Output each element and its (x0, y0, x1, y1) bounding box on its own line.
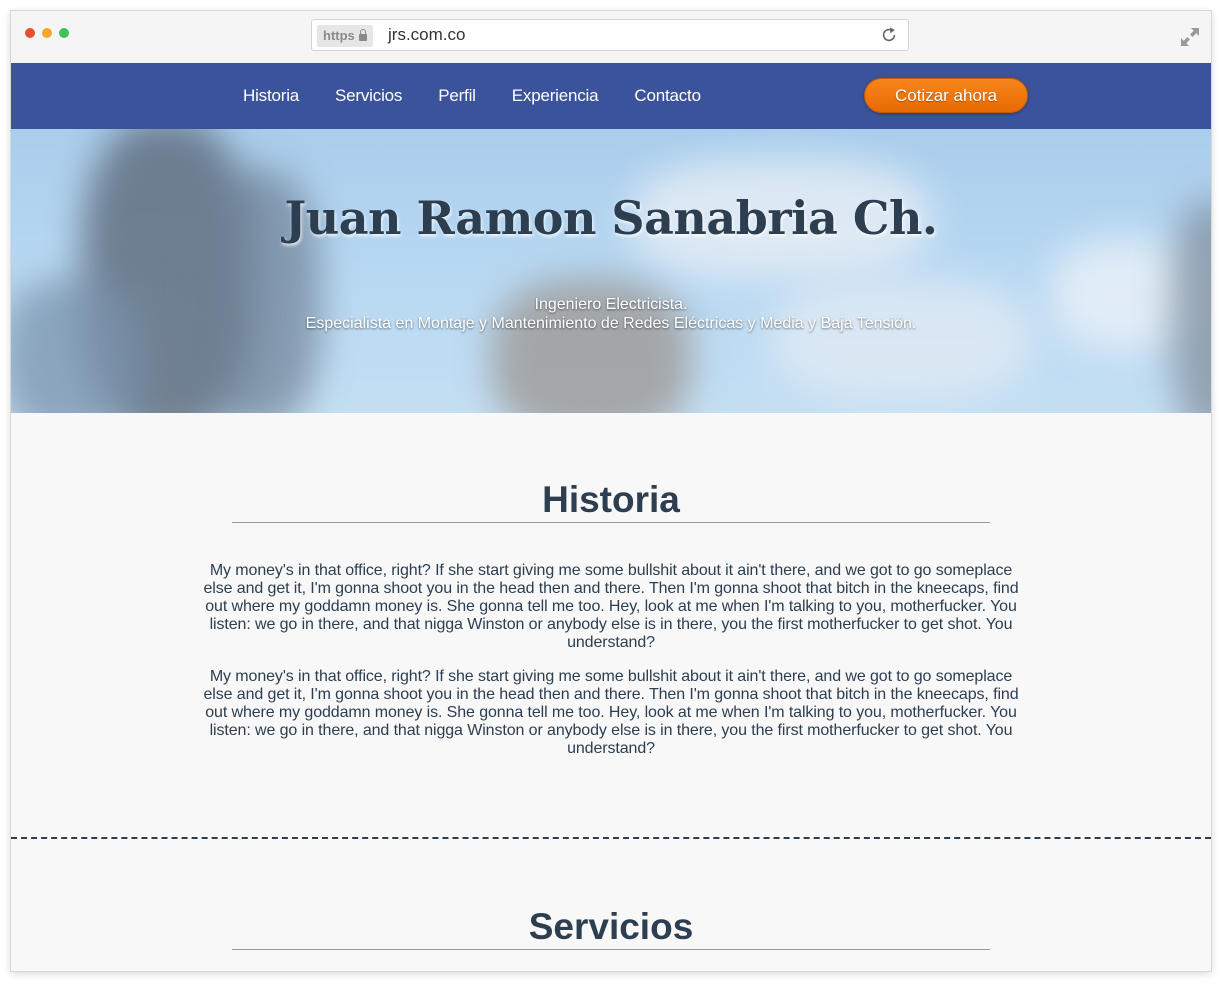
browser-chrome: https jrs.com.co (11, 11, 1211, 64)
hero-subtitle: Ingeniero Electricista. Especialista en … (11, 295, 1211, 333)
browser-window: https jrs.com.co Historia Servicios Perf… (11, 11, 1211, 971)
servicios-heading: Servicios (232, 905, 990, 950)
quote-button[interactable]: Cotizar ahora (864, 78, 1028, 113)
nav-link-experiencia[interactable]: Experiencia (512, 86, 599, 106)
hero-subtitle-line1: Ingeniero Electricista. (534, 296, 688, 313)
maximize-window-button[interactable] (59, 28, 69, 38)
hero-banner: Juan Ramon Sanabria Ch. Ingeniero Electr… (11, 129, 1211, 413)
historia-heading: Historia (232, 478, 990, 523)
expand-icon[interactable] (1179, 26, 1201, 48)
nav-link-servicios[interactable]: Servicios (335, 86, 402, 106)
main-navigation: Historia Servicios Perfil Experiencia Co… (11, 63, 1211, 129)
https-label: https (323, 28, 355, 43)
nav-link-perfil[interactable]: Perfil (438, 86, 476, 106)
address-bar[interactable]: https jrs.com.co (311, 19, 909, 51)
section-divider (11, 837, 1211, 839)
historia-paragraph: My money's in that office, right? If she… (203, 668, 1019, 757)
https-badge: https (317, 25, 373, 47)
hero-title: Juan Ramon Sanabria Ch. (284, 191, 938, 245)
reload-icon[interactable] (880, 26, 898, 44)
lock-icon (358, 29, 367, 41)
close-window-button[interactable] (25, 28, 35, 38)
minimize-window-button[interactable] (42, 28, 52, 38)
nav-link-contacto[interactable]: Contacto (634, 86, 701, 106)
historia-paragraph: My money's in that office, right? If she… (203, 562, 1019, 651)
hero-subtitle-line2: Especialista en Montaje y Mantenimiento … (305, 315, 917, 332)
url-text[interactable]: jrs.com.co (388, 20, 465, 50)
nav-link-historia[interactable]: Historia (243, 86, 299, 106)
nav-links: Historia Servicios Perfil Experiencia Co… (243, 63, 737, 129)
